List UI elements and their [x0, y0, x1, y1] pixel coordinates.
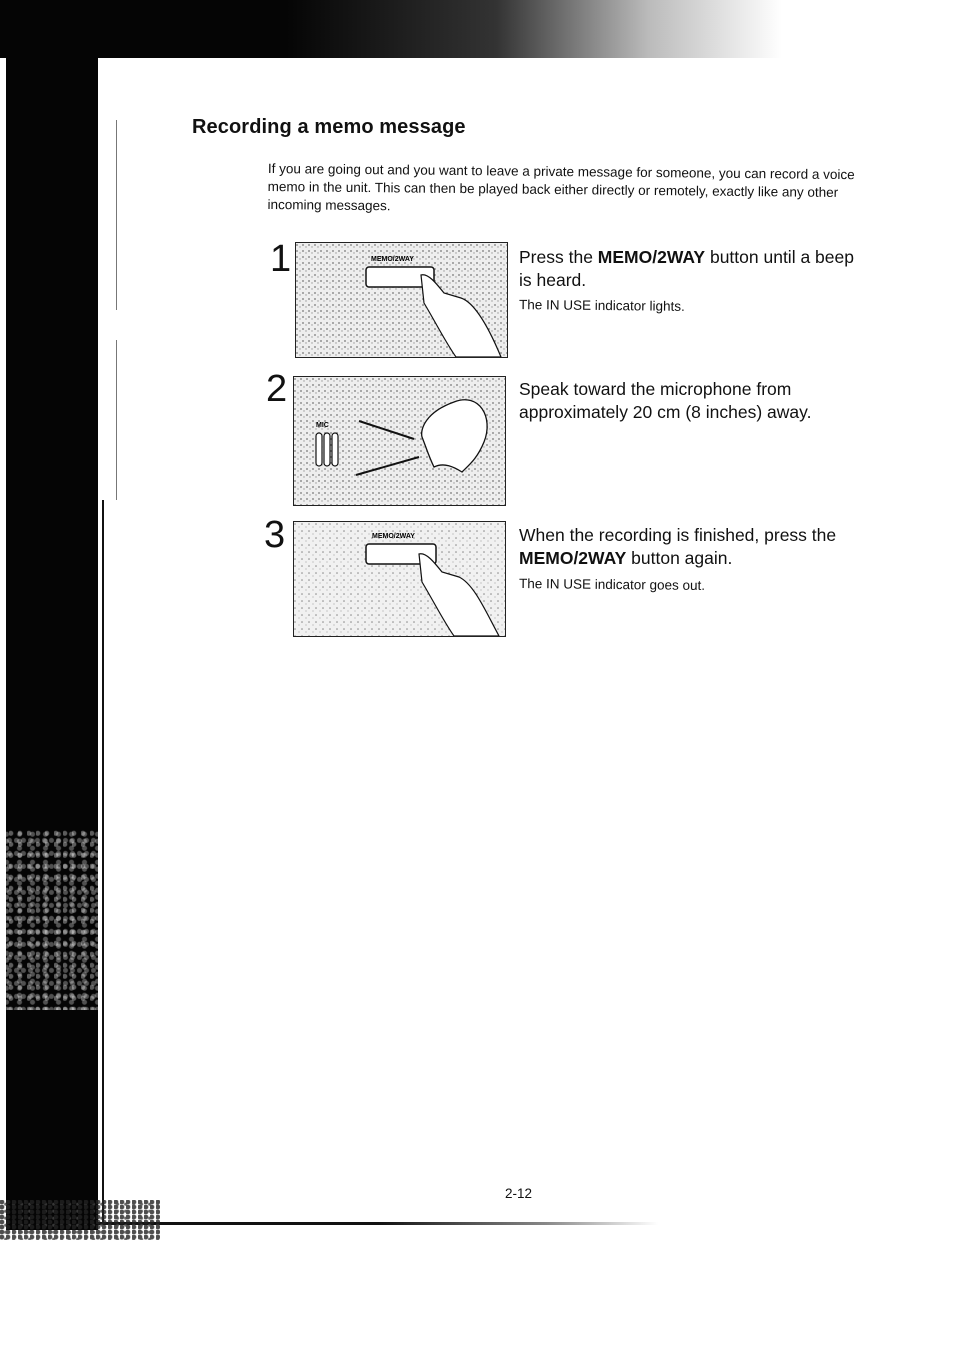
finger-press-icon: MEMO/2WAY — [296, 243, 507, 357]
step-number: 2 — [266, 368, 288, 410]
margin-line — [116, 120, 117, 310]
step-3-illustration: MEMO/2WAY — [293, 521, 506, 637]
scan-shadow-left — [6, 0, 98, 1230]
step-number: 3 — [264, 514, 286, 556]
scan-shadow-top — [0, 0, 954, 58]
page-top-edge — [98, 58, 954, 78]
scan-speckle — [0, 830, 100, 1010]
intro-paragraph: If you are going out and you want to lea… — [267, 160, 855, 214]
page-number: 2-12 — [505, 1186, 533, 1201]
step-1-illustration: MEMO/2WAY — [295, 242, 508, 358]
step-1-instruction: Press the MEMO/2WAY button until a beep … — [519, 247, 854, 290]
page-edge-bottom — [98, 1222, 658, 1225]
margin-line — [116, 340, 117, 500]
page-title: Recording a memo message — [192, 116, 466, 138]
mic-label: MIC — [316, 422, 329, 429]
scan-speckle-bottom — [0, 1200, 160, 1240]
page-edge-line — [102, 500, 104, 1225]
step-2-illustration: MIC — [293, 376, 506, 506]
button-label: MEMO/2WAY — [372, 533, 415, 540]
step-2-instruction: Speak toward the microphone from approxi… — [519, 379, 812, 422]
step-number: 1 — [270, 238, 292, 280]
button-label: MEMO/2WAY — [371, 256, 414, 263]
step-3-note: The IN USE indicator goes out. — [518, 576, 706, 593]
person-speaking-icon: MIC — [294, 377, 505, 505]
step-3-instruction: When the recording is finished, press th… — [519, 525, 837, 568]
step-1-note: The IN USE indicator lights. — [518, 297, 685, 314]
finger-press-icon: MEMO/2WAY — [294, 522, 505, 636]
